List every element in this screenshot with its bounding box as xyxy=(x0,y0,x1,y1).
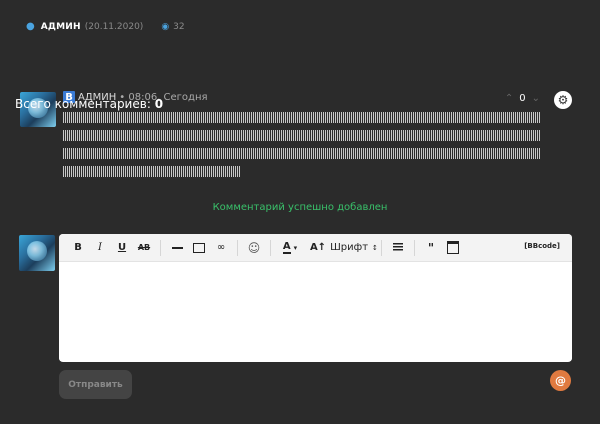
italic-button[interactable]: I xyxy=(89,237,111,259)
comment-body xyxy=(63,112,543,184)
toolbar-divider xyxy=(414,239,415,256)
image-icon[interactable] xyxy=(188,237,210,259)
strikethrough-button[interactable]: AB xyxy=(133,237,155,259)
font-size-button[interactable]: A↑ xyxy=(304,237,332,259)
post-author[interactable]: АДМИН xyxy=(41,22,81,32)
mention-button[interactable]: @ xyxy=(550,370,571,391)
reply-avatar xyxy=(19,235,55,271)
font-family-select[interactable]: Шрифт ↕ xyxy=(330,237,378,259)
toolbar-divider xyxy=(237,239,238,256)
quote-button[interactable]: " xyxy=(420,237,442,259)
text-color-button[interactable]: A ▾ xyxy=(276,237,304,259)
gear-icon[interactable]: ⚙ xyxy=(554,91,572,109)
bbcode-toggle[interactable]: [BBcode] xyxy=(524,242,560,250)
user-icon: ● xyxy=(26,21,35,32)
fullscreen-icon[interactable] xyxy=(442,237,464,259)
comment-editor: B I U AB ∞ ☺ A ▾ A↑ Шрифт ↕ " [BBcode] xyxy=(59,234,572,362)
comments-total-label: Всего комментариев: xyxy=(15,97,151,111)
comment-vote: ⌃ 0 ⌄ xyxy=(505,93,540,104)
chevron-down-icon: ▾ xyxy=(293,243,298,252)
toolbar-divider xyxy=(270,239,271,256)
views-count: 32 xyxy=(173,21,185,32)
comment-text-line xyxy=(63,166,241,177)
comment-text-line xyxy=(63,112,541,123)
chevron-up-icon[interactable]: ⌃ xyxy=(505,93,513,104)
chevron-down-icon[interactable]: ⌄ xyxy=(532,93,540,104)
toolbar-divider xyxy=(160,239,161,256)
vote-count: 0 xyxy=(519,93,526,104)
link-icon[interactable]: ∞ xyxy=(210,237,232,259)
bold-button[interactable]: B xyxy=(67,237,89,259)
comments-total-count: 0 xyxy=(154,97,164,111)
smile-icon[interactable]: ☺ xyxy=(243,237,265,259)
align-icon[interactable] xyxy=(387,237,409,259)
font-family-label: Шрифт xyxy=(330,242,369,253)
font-size-label: A↑ xyxy=(309,242,327,253)
horizontal-rule-button[interactable] xyxy=(166,237,188,259)
submit-button[interactable]: Отправить xyxy=(59,370,132,399)
toolbar-divider xyxy=(381,239,382,256)
underline-button[interactable]: U xyxy=(111,237,133,259)
comment-text-line xyxy=(63,130,541,141)
editor-toolbar: B I U AB ∞ ☺ A ▾ A↑ Шрифт ↕ " [BBcode] xyxy=(59,234,572,262)
comment-text-line xyxy=(63,148,541,159)
comment-textarea[interactable] xyxy=(59,262,572,361)
comments-total: Всего комментариев: 0 xyxy=(15,97,163,111)
post-meta: ● АДМИН (20.11.2020) ◉ 32 xyxy=(26,21,185,32)
text-color-label: A xyxy=(282,241,291,254)
updown-icon: ↕ xyxy=(372,243,378,252)
eye-icon: ◉ xyxy=(161,21,170,32)
success-message: Комментарий успешно добавлен xyxy=(212,202,388,213)
post-date: (20.11.2020) xyxy=(84,21,144,32)
